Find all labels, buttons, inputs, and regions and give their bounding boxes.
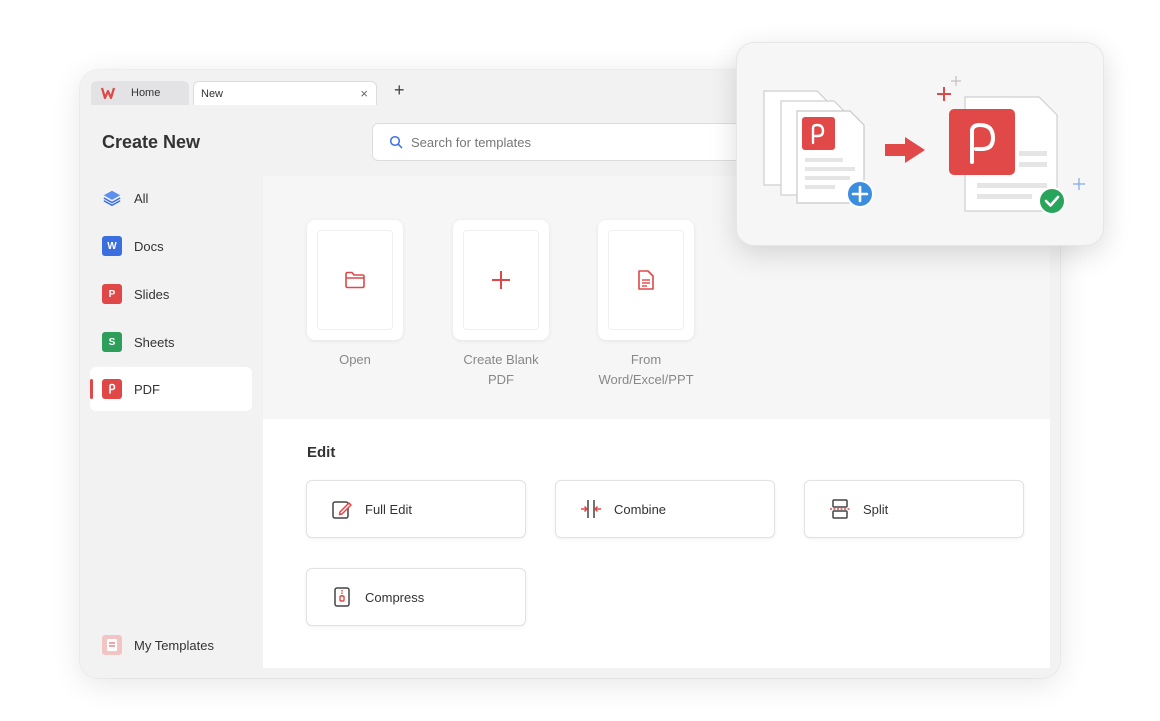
create-blank-card[interactable]	[453, 220, 549, 340]
tool-label: Combine	[614, 501, 667, 517]
sidebar-item-docs[interactable]: W Docs	[90, 224, 252, 268]
search-input[interactable]: Search for templates	[372, 123, 772, 161]
sidebar-item-label: My Templates	[134, 637, 214, 653]
merged-pdf-icon	[949, 96, 1066, 215]
sidebar-item-sheets[interactable]: S Sheets	[90, 320, 252, 364]
combine-button[interactable]: Combine	[555, 480, 775, 538]
tool-label: Split	[863, 501, 889, 517]
sidebar-item-all[interactable]: All	[90, 176, 252, 220]
sidebar-item-label: Slides	[134, 286, 170, 302]
sidebar-item-slides[interactable]: P Slides	[90, 272, 252, 316]
edit-section-title: Edit	[307, 444, 336, 461]
sidebar-item-label: Sheets	[134, 334, 175, 350]
sidebar-item-label: Docs	[134, 238, 164, 254]
wps-logo-icon	[101, 87, 115, 100]
tab-home-label: Home	[131, 87, 161, 99]
open-card[interactable]	[307, 220, 403, 340]
folder-icon	[345, 271, 365, 289]
sidebar-item-pdf[interactable]: PDF	[90, 367, 252, 411]
templates-icon	[102, 635, 122, 655]
tab-home[interactable]: Home	[91, 81, 189, 105]
card-label-open: Open	[339, 352, 371, 367]
pdf-icon	[102, 379, 122, 399]
arrow-right-icon	[885, 137, 925, 163]
source-documents-icon	[763, 90, 874, 208]
plus-icon	[492, 271, 510, 289]
search-icon	[389, 135, 403, 149]
slides-icon: P	[102, 284, 122, 304]
combine-illustration	[763, 76, 1085, 215]
edit-icon	[332, 501, 352, 519]
edit-section	[263, 419, 1050, 668]
from-office-card[interactable]	[598, 220, 694, 340]
search-placeholder: Search for templates	[411, 134, 531, 150]
page-title: Create New	[102, 132, 201, 152]
split-button[interactable]: Split	[804, 480, 1024, 538]
tool-label: Compress	[365, 589, 425, 605]
card-label-create-blank: Create Blank PDF	[463, 352, 539, 387]
tool-label: Full Edit	[365, 501, 412, 517]
sidebar-item-my-templates[interactable]: My Templates	[90, 623, 252, 667]
sidebar-item-label: All	[134, 190, 149, 206]
sidebar-item-label: PDF	[134, 381, 160, 397]
document-icon	[638, 270, 654, 290]
combine-icon	[581, 500, 601, 518]
card-label-from-office: From Word/Excel/PPT	[598, 352, 694, 387]
tab-new[interactable]: New ×	[193, 81, 377, 105]
compress-icon	[334, 587, 350, 607]
sheets-icon: S	[102, 332, 122, 352]
compress-button[interactable]: Compress	[306, 568, 526, 626]
all-stack-icon	[102, 188, 122, 208]
new-tab-button[interactable]: +	[394, 80, 405, 100]
full-edit-button[interactable]: Full Edit	[306, 480, 526, 538]
combine-illustration-popup	[736, 42, 1104, 246]
docs-icon: W	[102, 236, 122, 256]
tab-close-icon[interactable]: ×	[360, 86, 368, 101]
split-icon	[830, 499, 850, 519]
tab-new-label: New	[201, 87, 224, 100]
